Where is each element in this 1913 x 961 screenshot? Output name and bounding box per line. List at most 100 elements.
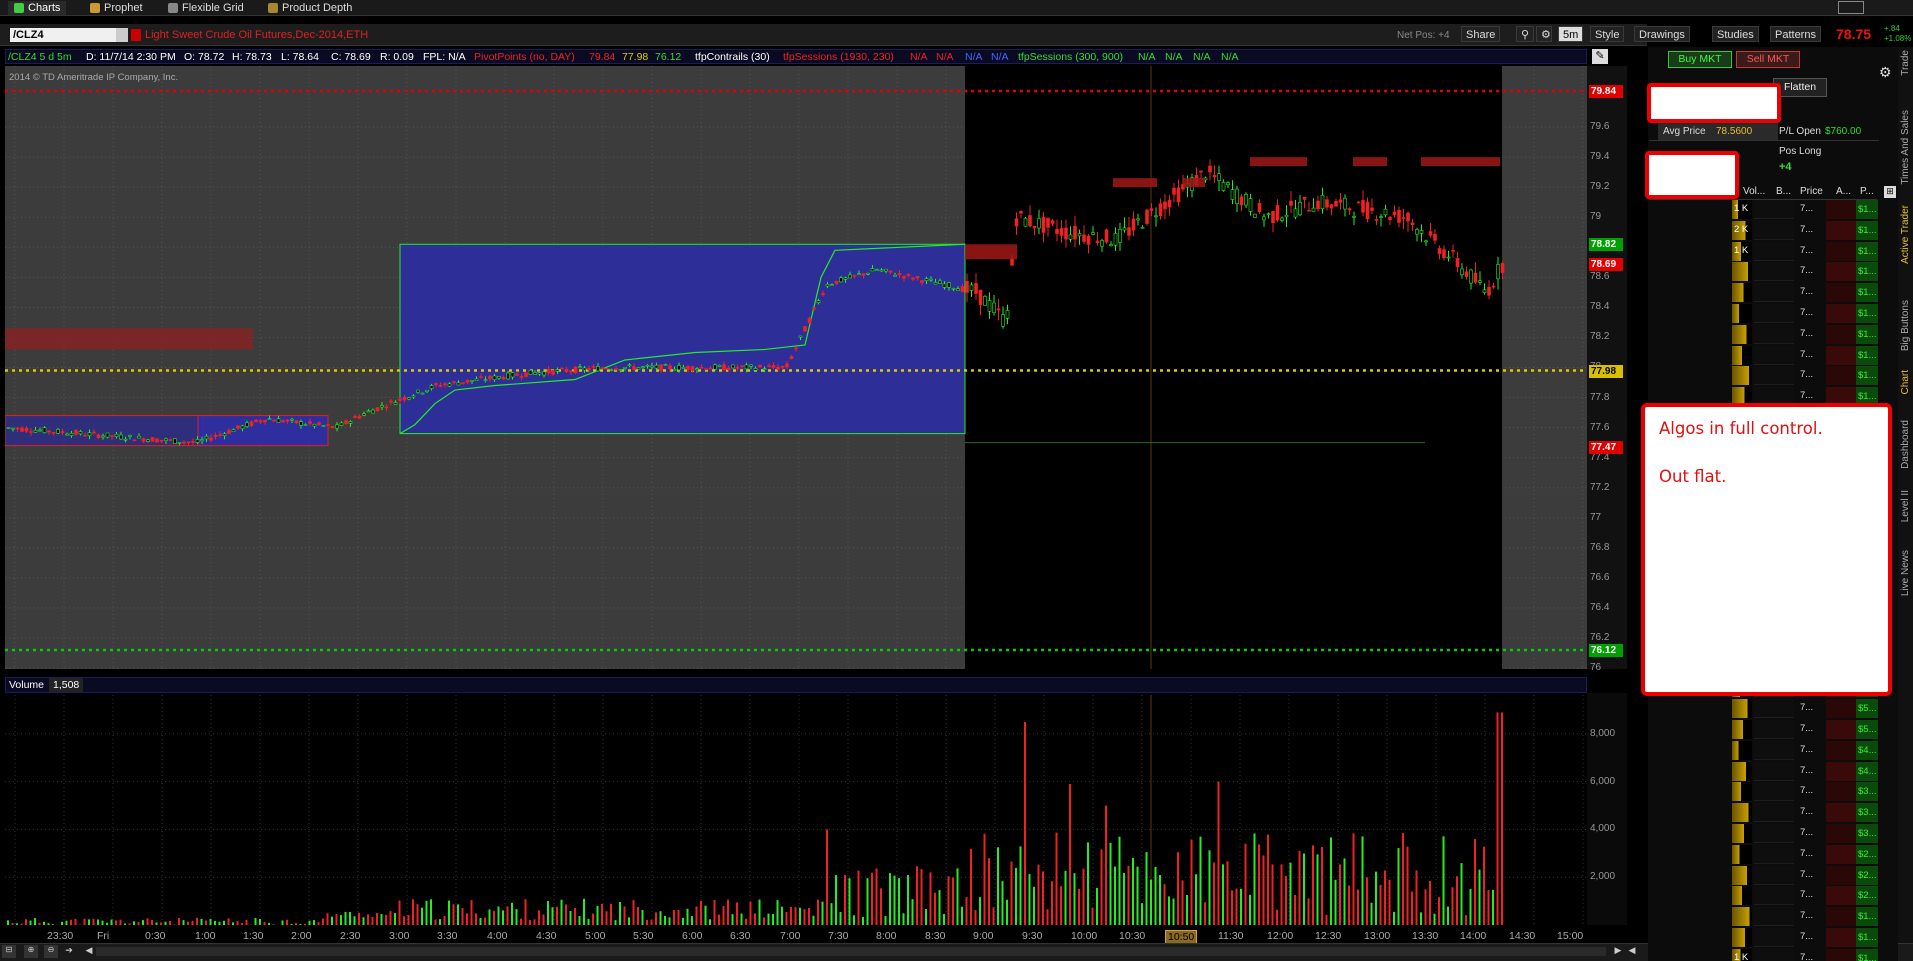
ladder-bid-cell[interactable] bbox=[1754, 699, 1794, 719]
ladder-ask-cell[interactable] bbox=[1826, 283, 1856, 303]
ladder-price[interactable]: 7... bbox=[1800, 848, 1813, 859]
symbol-dropdown-icon[interactable] bbox=[116, 28, 128, 42]
ladder-ask-cell[interactable] bbox=[1826, 844, 1856, 864]
ladder-ask-cell[interactable] bbox=[1826, 761, 1856, 781]
ladder-price[interactable]: 7... bbox=[1800, 349, 1813, 360]
ladder-bid-cell[interactable] bbox=[1754, 865, 1794, 885]
ladder-ask-cell[interactable] bbox=[1826, 803, 1856, 823]
time-scroll-track[interactable] bbox=[96, 947, 1606, 956]
settings-gear-icon[interactable]: ⚙ bbox=[1879, 64, 1892, 81]
interval-button[interactable]: 5m bbox=[1558, 26, 1584, 42]
symbol-input[interactable]: /CLZ4 bbox=[10, 28, 116, 42]
ladder-bid-cell[interactable] bbox=[1754, 803, 1794, 823]
ladder-config-icon[interactable]: ⊞ bbox=[1884, 186, 1896, 198]
ladder-bid-cell[interactable] bbox=[1754, 220, 1794, 240]
side-tab-active-trader[interactable]: Active Trader bbox=[1900, 205, 1911, 264]
tab-product-depth[interactable]: Product Depth bbox=[262, 1, 358, 15]
ladder-ask-cell[interactable] bbox=[1826, 304, 1856, 323]
ladder-ask-cell[interactable] bbox=[1826, 345, 1856, 365]
ladder-price[interactable]: 7... bbox=[1800, 390, 1813, 401]
side-tab-trade[interactable]: Trade bbox=[1900, 50, 1911, 76]
ladder-bid-cell[interactable] bbox=[1754, 948, 1794, 961]
ladder-price[interactable]: 7... bbox=[1800, 952, 1813, 961]
ladder-price[interactable]: 7... bbox=[1800, 785, 1813, 796]
ladder-bid-cell[interactable] bbox=[1754, 886, 1794, 906]
ladder-price[interactable]: 7... bbox=[1800, 910, 1813, 921]
ladder-price[interactable]: 7... bbox=[1800, 265, 1813, 276]
ladder-bid-cell[interactable] bbox=[1754, 366, 1794, 386]
ladder-bid-cell[interactable] bbox=[1754, 844, 1794, 864]
ladder-bid-cell[interactable] bbox=[1754, 761, 1794, 781]
ladder-ask-cell[interactable] bbox=[1826, 886, 1856, 906]
ladder-ask-cell[interactable] bbox=[1826, 948, 1856, 961]
ladder-ask-cell[interactable] bbox=[1826, 782, 1856, 802]
ladder-ask-cell[interactable] bbox=[1826, 907, 1856, 927]
ladder-price[interactable]: 7... bbox=[1800, 307, 1813, 318]
ladder-price[interactable]: 7... bbox=[1800, 224, 1813, 235]
pencil-icon[interactable]: ✎ bbox=[1592, 49, 1608, 64]
ladder-bid-cell[interactable] bbox=[1754, 740, 1794, 760]
ladder-price[interactable]: 7... bbox=[1800, 931, 1813, 942]
ladder-bid-cell[interactable] bbox=[1754, 200, 1794, 219]
ladder-price[interactable]: 7... bbox=[1800, 369, 1813, 380]
ladder-price[interactable]: 7... bbox=[1800, 889, 1813, 900]
ladder-price[interactable]: 7... bbox=[1800, 245, 1813, 256]
magnifier-icon[interactable]: ⊖ bbox=[44, 945, 58, 958]
ladder-ask-cell[interactable] bbox=[1826, 699, 1856, 719]
ladder-price[interactable]: 7... bbox=[1800, 827, 1813, 838]
tab-flexible-grid[interactable]: Flexible Grid bbox=[162, 1, 250, 15]
zoom-out-icon[interactable]: ⊟ bbox=[2, 945, 16, 958]
ladder-bid-cell[interactable] bbox=[1754, 720, 1794, 739]
ladder-ask-cell[interactable] bbox=[1826, 200, 1856, 219]
tab-prophet[interactable]: Prophet bbox=[84, 1, 149, 15]
ladder-price[interactable]: 7... bbox=[1800, 203, 1813, 214]
wrench-icon[interactable]: ⚙ bbox=[1536, 26, 1552, 42]
ladder-ask-cell[interactable] bbox=[1826, 324, 1856, 344]
scroll-end-icon[interactable]: ▶ bbox=[1612, 945, 1624, 958]
scroll-right-icon[interactable]: ➔ bbox=[62, 945, 76, 958]
ladder-bid-cell[interactable] bbox=[1754, 907, 1794, 927]
side-tab-big-buttons[interactable]: Big Buttons bbox=[1900, 300, 1911, 351]
zoom-in-icon[interactable]: ⊕ bbox=[24, 945, 38, 958]
ladder-bid-cell[interactable] bbox=[1754, 928, 1794, 947]
window-button[interactable] bbox=[1838, 1, 1864, 14]
ladder-bid-cell[interactable] bbox=[1754, 241, 1794, 261]
side-tab-dashboard[interactable]: Dashboard bbox=[1900, 420, 1911, 469]
tab-charts[interactable]: Charts bbox=[8, 1, 67, 15]
ladder-price[interactable]: 7... bbox=[1800, 328, 1813, 339]
ladder-ask-cell[interactable] bbox=[1826, 865, 1856, 885]
ladder-ask-cell[interactable] bbox=[1826, 824, 1856, 843]
studies-button[interactable]: Studies bbox=[1712, 26, 1759, 42]
ladder-price[interactable]: 7... bbox=[1800, 744, 1813, 755]
flatten-button[interactable]: Flatten bbox=[1773, 78, 1827, 97]
buy-market-button[interactable]: Buy MKT bbox=[1668, 51, 1732, 68]
ladder-bid-cell[interactable] bbox=[1754, 304, 1794, 323]
scroll-back-icon[interactable]: ◀ bbox=[1626, 945, 1638, 958]
ladder-bid-cell[interactable] bbox=[1754, 345, 1794, 365]
ladder-bid-cell[interactable] bbox=[1754, 283, 1794, 303]
side-tab-times-and-sales[interactable]: Times And Sales bbox=[1900, 110, 1911, 185]
price-chart-area[interactable] bbox=[5, 66, 1587, 669]
ladder-price[interactable]: 7... bbox=[1800, 702, 1813, 713]
ladder-bid-cell[interactable] bbox=[1754, 262, 1794, 282]
ladder-bid-cell[interactable] bbox=[1754, 324, 1794, 344]
link-icon[interactable]: ⚲ bbox=[1516, 26, 1534, 42]
ladder-price[interactable]: 7... bbox=[1800, 286, 1813, 297]
scroll-left-icon[interactable]: ◀ bbox=[82, 945, 96, 958]
ladder-ask-cell[interactable] bbox=[1826, 740, 1856, 760]
ladder-price[interactable]: 7... bbox=[1800, 723, 1813, 734]
ladder-price[interactable]: 7... bbox=[1800, 765, 1813, 776]
volume-panel[interactable] bbox=[5, 677, 1587, 925]
side-tab-chart[interactable]: Chart bbox=[1900, 370, 1911, 394]
drawings-button[interactable]: Drawings bbox=[1634, 26, 1690, 42]
style-button[interactable]: Style bbox=[1590, 26, 1625, 42]
side-tab-level-ii[interactable]: Level II bbox=[1900, 490, 1911, 522]
side-tab-live-news[interactable]: Live News bbox=[1900, 550, 1911, 596]
share-button[interactable]: Share bbox=[1461, 26, 1501, 42]
ladder-bid-cell[interactable] bbox=[1754, 782, 1794, 802]
ladder-bid-cell[interactable] bbox=[1754, 824, 1794, 843]
ladder-ask-cell[interactable] bbox=[1826, 928, 1856, 947]
ladder-ask-cell[interactable] bbox=[1826, 220, 1856, 240]
ladder-ask-cell[interactable] bbox=[1826, 241, 1856, 261]
ladder-ask-cell[interactable] bbox=[1826, 366, 1856, 386]
